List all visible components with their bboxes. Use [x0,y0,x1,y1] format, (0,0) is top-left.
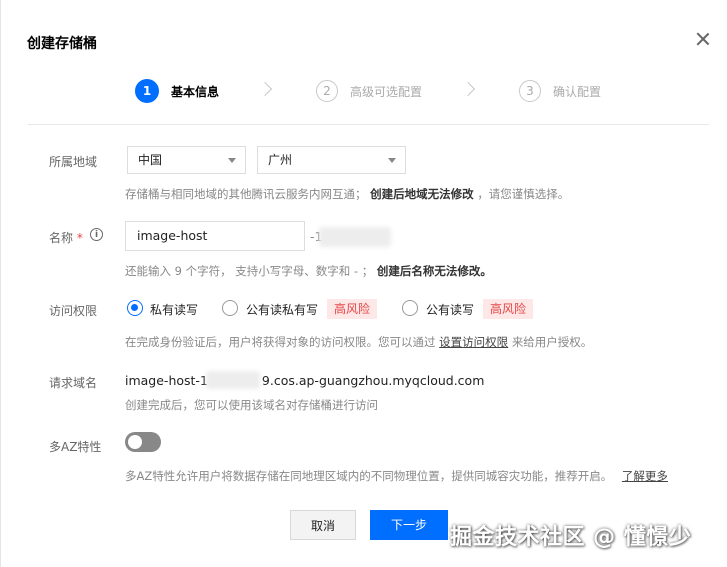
country-value: 中国 [138,153,163,167]
cancel-button[interactable]: 取消 [290,510,356,540]
redacted-appid [319,227,391,247]
create-bucket-dialog: 创建存储桶 1 基本信息 2 高级可选配置 3 确认配置 所属地域 中国 广州 … [0,0,727,567]
access-hint-text: 在完成身份验证后，用户将获得对象的访问权限。您可以通过 [125,335,436,349]
risk-badge: 高风险 [327,299,378,319]
radio-public-read[interactable] [222,300,238,316]
multi-az-hint: 多AZ特性允许用户将数据存储在同地理区域内的不同物理位置，提供同城容灾功能，推荐… [125,468,668,484]
watermark: 掘金技术社区 @ 懂憬少 [450,525,692,550]
name-hint-bold: 创建后名称无法修改。 [376,264,492,278]
step-label: 基本信息 [171,84,220,99]
access-hint: 在完成身份验证后，用户将获得对象的访问权限。您可以通过 设置访问权限 来给用户授… [125,334,592,350]
chevron-right-icon [257,81,273,97]
redacted-appid [206,371,260,389]
region-hint-bold: 创建后地域无法修改 [370,187,474,201]
region-hint: 存储桶与相同地域的其他腾讯云服务内网互通； 创建后地域无法修改 ，请您谨慎选择。 [125,186,569,202]
next-step-button[interactable]: 下一步 [370,510,448,540]
domain-label: 请求域名 [49,376,98,390]
domain-value-pre: image-host-1 [125,373,208,388]
risk-badge: 高风险 [483,299,534,319]
access-label: 访问权限 [49,304,98,318]
step-basic-info: 1 基本信息 [135,78,219,104]
step-label: 确认配置 [553,84,602,99]
radio-public-read-label[interactable]: 公有读私有写 [246,301,318,318]
multi-az-hint-text: 多AZ特性允许用户将数据存储在同地理区域内的不同物理位置，提供同城容灾功能，推荐… [125,469,613,483]
name-label: 名称 * [49,229,83,246]
bucket-name-input[interactable]: image-host [125,221,305,251]
dialog-title: 创建存储桶 [27,36,97,52]
country-select[interactable]: 中国 [127,146,246,174]
caret-down-icon [228,158,236,163]
region-label: 所属地域 [49,155,98,169]
domain-value: image-host-1 9.cos.ap-guangzhou.myqcloud.… [125,373,484,388]
step-advanced-config: 2 高级可选配置 [316,78,422,104]
radio-public-read-write-label[interactable]: 公有读写 [426,301,474,318]
region-hint-post: ，请您谨慎选择。 [477,187,570,201]
domain-hint: 创建完成后，您可以使用该域名对存储桶进行访问 [125,398,378,412]
radio-private-label[interactable]: 私有读写 [150,301,198,318]
region-hint-text: 存储桶与相同地域的其他腾讯云服务内网互通； [125,187,367,201]
step-number: 3 [519,80,541,102]
step-number: 2 [316,80,338,102]
name-label-text: 名称 [49,231,74,245]
set-access-link[interactable]: 设置访问权限 [439,335,508,349]
info-icon[interactable]: i [90,228,103,241]
city-select[interactable]: 广州 [257,146,406,174]
city-value: 广州 [268,153,293,167]
radio-private[interactable] [127,300,143,316]
caret-down-icon [388,158,396,163]
step-label: 高级可选配置 [350,84,423,99]
name-hint-text: 还能输入 9 个字符， 支持小写字母、数字和 - ； [125,264,374,278]
step-confirm-config: 3 确认配置 [519,78,601,104]
multi-az-toggle[interactable] [125,432,161,452]
domain-value-post: 9.cos.ap-guangzhou.myqcloud.com [261,373,485,388]
multi-az-label: 多AZ特性 [49,440,102,454]
step-number: 1 [135,79,159,103]
access-hint-post: 来给用户授权。 [511,335,593,349]
radio-public-read-write[interactable] [402,300,418,316]
close-icon[interactable] [694,30,712,48]
chevron-right-icon [460,81,476,97]
required-mark: * [76,231,83,245]
divider [28,124,709,125]
toggle-knob [128,435,142,449]
name-hint: 还能输入 9 个字符， 支持小写字母、数字和 - ； 创建后名称无法修改。 [125,263,492,279]
learn-more-link[interactable]: 了解更多 [622,469,668,483]
